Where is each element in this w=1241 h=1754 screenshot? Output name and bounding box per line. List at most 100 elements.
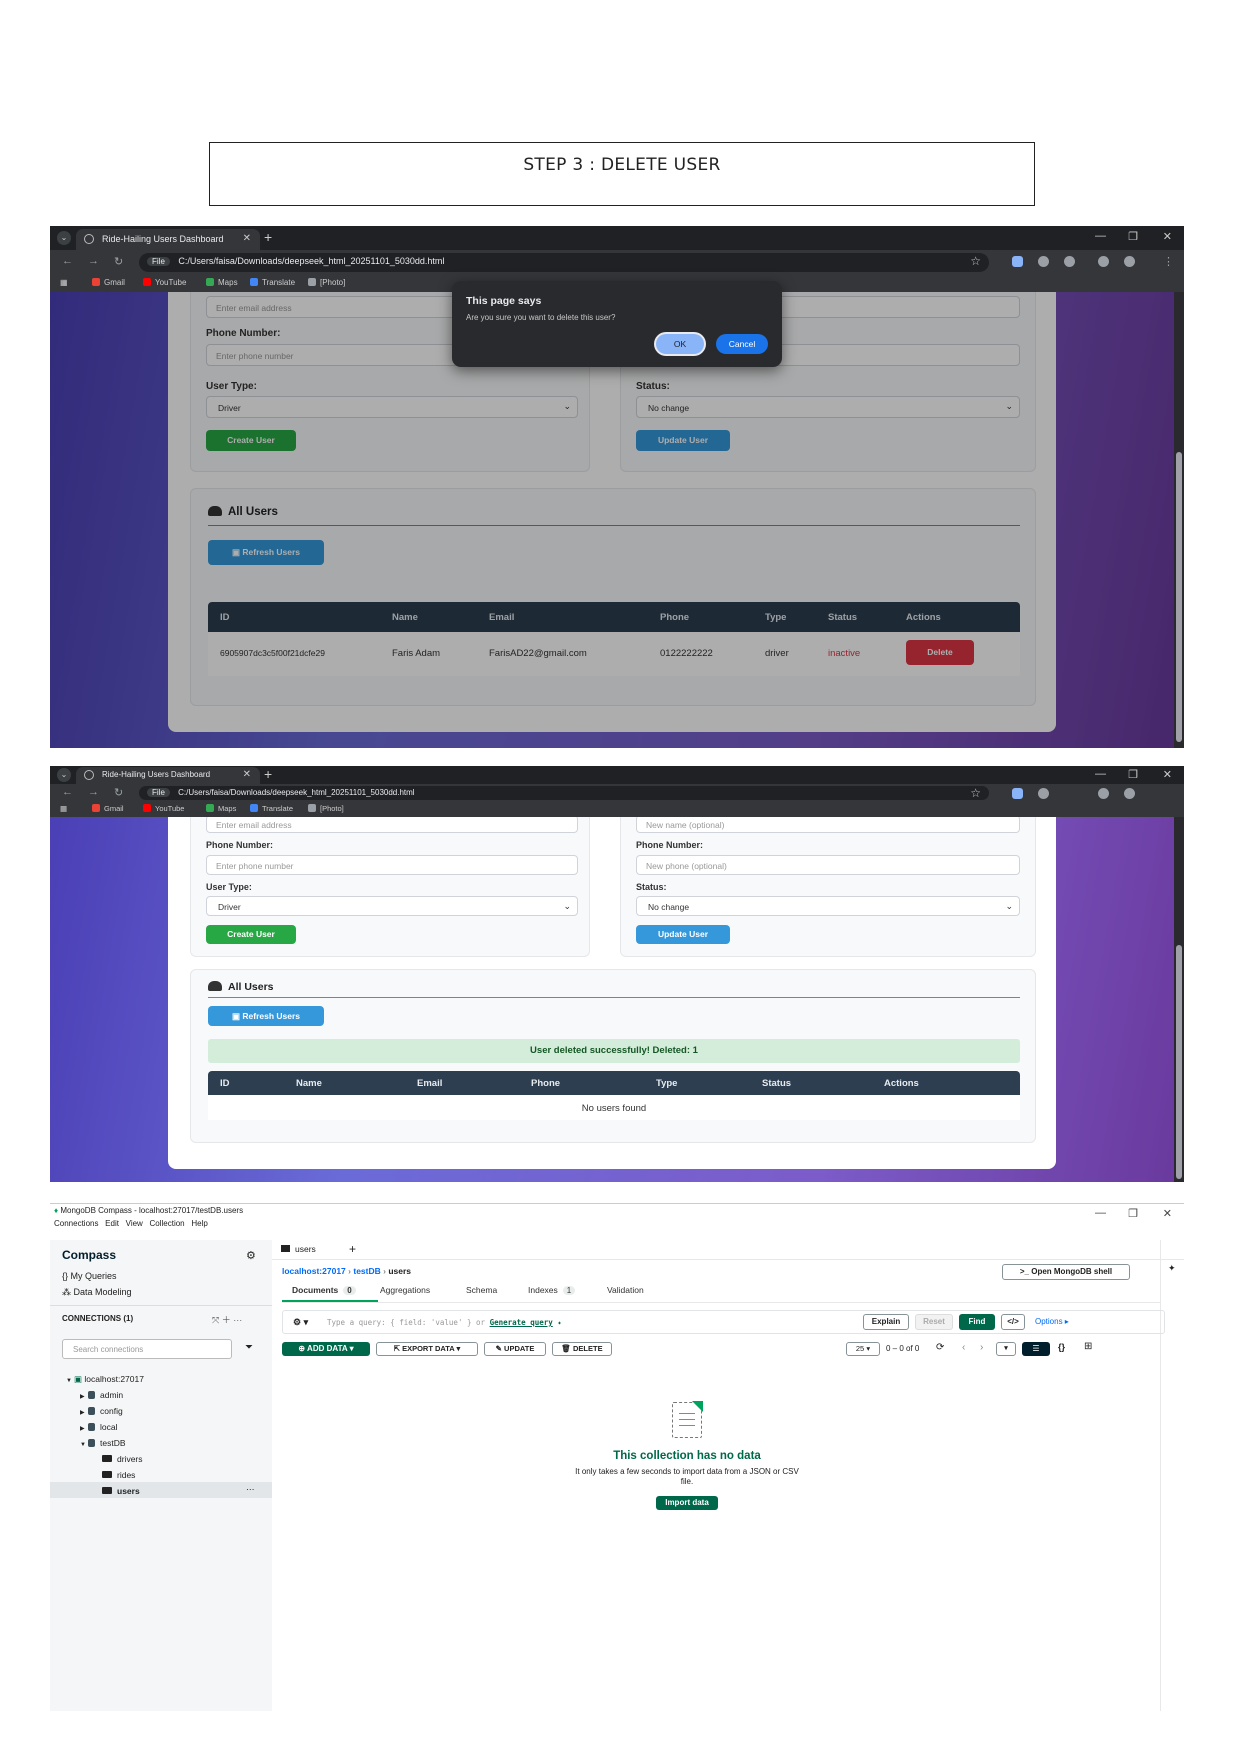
restore-icon[interactable]: ❐ [1128,768,1138,781]
delete-button[interactable]: 🗑 DELETE [552,1342,612,1356]
update-name-field[interactable]: New name (optional) [636,817,1020,833]
tree-db-admin[interactable]: ▶ admin [80,1390,123,1400]
prev-page-icon[interactable]: ‹ [962,1342,965,1353]
refresh-icon[interactable]: ⟳ [936,1342,944,1353]
breadcrumb-host[interactable]: localhost:27017 [282,1266,346,1276]
new-tab-button[interactable]: + [349,1242,356,1256]
open-shell-button[interactable]: >_ Open MongoDB shell [1002,1264,1130,1280]
browser-tab[interactable]: Ride-Hailing Users Dashboard ✕ [76,767,260,784]
tree-db-config[interactable]: ▶ config [80,1406,123,1416]
tree-db-testdb[interactable]: ▼ testDB [80,1438,126,1448]
minimize-icon[interactable]: — [1095,1207,1106,1219]
bookmark-star-icon[interactable]: ☆ [970,786,981,800]
tree-coll-rides[interactable]: rides [102,1470,135,1480]
avatar[interactable] [1124,256,1135,267]
collection-more-icon[interactable]: ⋯ [246,1484,255,1495]
next-page-icon[interactable]: › [980,1342,983,1353]
update-user-button[interactable]: Update User [636,925,730,944]
bookmark-translate[interactable]: Translate [250,804,293,813]
tab-search-button[interactable]: ⌄ [57,231,71,245]
bookmark-translate[interactable]: Translate [250,278,295,287]
create-user-button[interactable]: Create User [206,925,296,944]
back-icon[interactable]: ← [62,786,73,798]
update-phone-field[interactable]: New phone (optional) [636,855,1020,875]
apps-icon[interactable]: ▦ [60,804,67,813]
ai-sparkle-icon[interactable]: ✦ [1168,1263,1176,1274]
menu-dots-icon[interactable]: ⋮ [1163,255,1174,268]
email-field[interactable]: Enter email address [206,817,578,833]
menu-collection[interactable]: Collection [150,1219,185,1228]
minimize-icon[interactable]: — [1095,768,1106,780]
close-window-icon[interactable]: ✕ [1163,230,1172,243]
data-modeling-link[interactable]: ⁂ Data Modeling [62,1287,132,1298]
tab-schema[interactable]: Schema [466,1285,497,1295]
extension-icon[interactable] [1038,256,1049,267]
export-data-button[interactable]: ⇱ EXPORT DATA ▾ [376,1342,478,1356]
explain-button[interactable]: Explain [863,1314,909,1330]
download-icon[interactable] [1098,788,1109,799]
scrollbar[interactable] [1174,292,1184,748]
restore-icon[interactable]: ❐ [1128,230,1138,243]
new-tab-button[interactable]: + [264,766,272,782]
extensions-puzzle-icon[interactable] [1064,256,1075,267]
new-tab-button[interactable]: + [264,229,272,245]
view-options-dropdown[interactable]: ▾ [996,1342,1016,1356]
address-bar[interactable]: File C:/Users/faisa/Downloads/deepseek_h… [139,253,989,272]
tree-connection[interactable]: ▼ ▣ localhost:27017 [66,1374,144,1385]
close-window-icon[interactable]: ✕ [1163,1207,1172,1220]
apps-icon[interactable]: ▦ [60,278,68,287]
menu-connections[interactable]: Connections [54,1219,98,1228]
list-view-icon[interactable]: ☰ [1022,1342,1050,1356]
query-history-icon[interactable]: ⚙ ▾ [293,1317,308,1328]
collection-tab-users[interactable]: users [281,1244,316,1254]
page-size-select[interactable]: 25 ▾ [846,1342,880,1356]
reset-button[interactable]: Reset [915,1314,953,1330]
add-data-button[interactable]: ⊕ ADD DATA ▾ [282,1342,370,1356]
cancel-button[interactable]: Cancel [716,334,768,354]
minimize-icon[interactable]: — [1095,230,1106,242]
update-button[interactable]: ✎ UPDATE [484,1342,546,1356]
json-view-icon[interactable]: {} [1058,1342,1065,1352]
tree-coll-users[interactable]: users [102,1486,140,1496]
avatar[interactable] [1124,788,1135,799]
connection-actions[interactable]: ⤧ ＋ ⋯ [212,1313,242,1326]
menu-edit[interactable]: Edit [105,1219,119,1228]
tab-validation[interactable]: Validation [607,1285,644,1295]
search-connections-input[interactable]: Search connections [62,1339,232,1359]
breadcrumb-db[interactable]: testDB [353,1266,380,1276]
tree-coll-drivers[interactable]: drivers [102,1454,143,1464]
restore-icon[interactable]: ❐ [1128,1207,1138,1220]
reload-icon[interactable]: ↻ [114,255,123,268]
browser-tab[interactable]: Ride-Hailing Users Dashboard ✕ [76,229,260,250]
my-queries-link[interactable]: {} My Queries [62,1271,117,1281]
close-tab-icon[interactable]: ✕ [243,233,251,244]
bookmark-maps[interactable]: Maps [206,804,236,813]
tab-documents[interactable]: Documents 0 [292,1285,356,1295]
status-select[interactable]: No change ⌄ [636,896,1020,916]
code-icon[interactable]: </> [1001,1314,1025,1330]
bookmark-youtube[interactable]: YouTube [143,804,184,813]
table-view-icon[interactable]: ⊞ [1084,1341,1092,1352]
ok-button[interactable]: OK [656,334,704,354]
address-bar[interactable]: File C:/Users/faisa/Downloads/deepseek_h… [139,786,989,800]
reload-icon[interactable]: ↻ [114,786,123,799]
close-tab-icon[interactable]: ✕ [243,769,251,780]
bookmark-photo[interactable]: [Photo] [308,278,345,287]
settings-gear-icon[interactable]: ⚙ [246,1249,256,1262]
query-input[interactable]: Type a query: { field: 'value' } or Gene… [327,1318,562,1327]
user-type-select[interactable]: Driver ⌄ [206,896,578,916]
options-toggle[interactable]: Options ▸ [1035,1317,1069,1326]
bookmark-photo[interactable]: [Photo] [308,804,344,813]
tree-db-local[interactable]: ▶ local [80,1422,117,1432]
forward-icon[interactable]: → [88,786,99,798]
extension-icon[interactable] [1038,788,1049,799]
bookmark-gmail[interactable]: Gmail [92,278,125,287]
refresh-users-button[interactable]: ▣ Refresh Users [208,1006,324,1026]
tab-indexes[interactable]: Indexes 1 [528,1285,576,1295]
menu-view[interactable]: View [126,1219,143,1228]
tab-aggregations[interactable]: Aggregations [380,1285,430,1295]
phone-field[interactable]: Enter phone number [206,855,578,875]
extension-icon[interactable] [1012,256,1023,267]
extension-icon[interactable] [1012,788,1023,799]
find-button[interactable]: Find [959,1314,995,1330]
